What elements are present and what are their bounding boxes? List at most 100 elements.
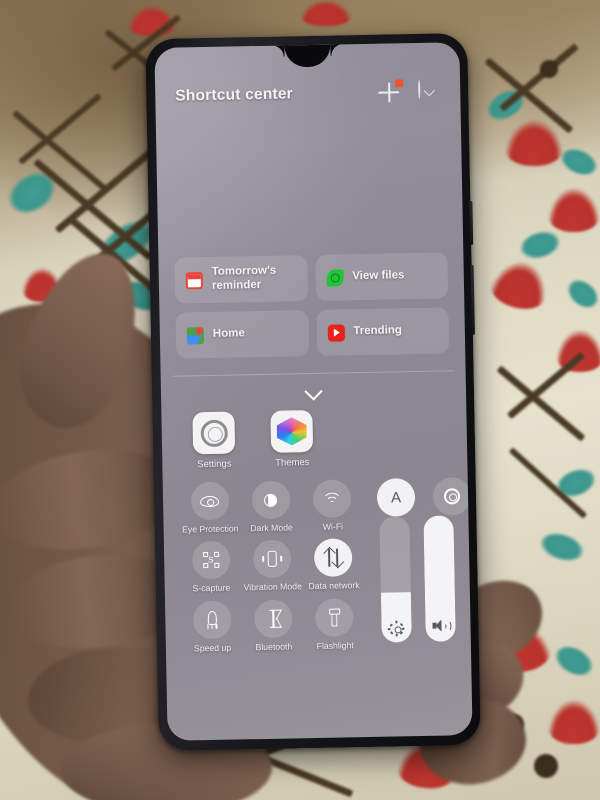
shortcut-card-view-files[interactable]: View files <box>314 252 449 301</box>
thumb <box>2 238 158 442</box>
chevron-down-icon[interactable] <box>306 383 321 398</box>
shortcut-card-home[interactable]: Home <box>175 310 309 359</box>
shortcut-card-label: Home <box>212 327 245 341</box>
fabric-stitch <box>54 145 158 234</box>
data-network-icon <box>314 538 353 578</box>
fabric-flower <box>548 700 600 744</box>
smartphone-device: Shortcut center Tomorrow's reminder View… <box>145 32 481 752</box>
shortcut-card-reminder[interactable]: Tomorrow's reminder <box>174 255 308 304</box>
toggle-wifi[interactable]: Wi-Fi <box>301 479 363 533</box>
fabric-flower <box>128 6 176 36</box>
toggle-eye-protection[interactable]: Eye Protection <box>179 481 241 535</box>
rocket-icon <box>192 600 232 640</box>
bluetooth-icon <box>253 599 293 639</box>
fabric-flower <box>395 739 459 791</box>
toggle-label: Data network <box>308 580 360 592</box>
fabric-dot <box>540 60 558 78</box>
brightness-sun-icon <box>381 620 411 637</box>
fabric-flower <box>505 120 563 166</box>
fabric-flower <box>486 620 554 676</box>
fabric-flower <box>22 268 62 302</box>
fabric-leaf <box>556 143 600 181</box>
quick-toggle-grid: Eye Protection Dark Mode Wi-Fi S S-captu… <box>179 479 366 654</box>
toggle-flashlight[interactable]: Flashlight <box>304 598 366 652</box>
auto-brightness-icon: A <box>390 488 402 507</box>
shortcut-card-label: Trending <box>353 324 403 338</box>
fabric-leaf <box>537 527 587 567</box>
volume-speaker-icon <box>425 619 455 633</box>
shortcut-card-trending[interactable]: Trending <box>315 307 450 356</box>
auto-brightness-toggle[interactable]: A <box>376 478 416 517</box>
fabric-stitch <box>248 749 354 798</box>
slider-area: A <box>369 476 472 650</box>
fabric-stitch <box>506 351 586 420</box>
app-label: Themes <box>275 457 310 469</box>
shortcut-card-label: View files <box>352 269 405 283</box>
phone-screen: Shortcut center Tomorrow's reminder View… <box>154 42 473 741</box>
gear-icon <box>443 488 461 505</box>
toggle-dark-mode[interactable]: Dark Mode <box>240 480 302 534</box>
page-title: Shortcut center <box>175 85 293 105</box>
shortcut-card-label: Tomorrow's reminder <box>211 265 277 292</box>
toggle-speed-up[interactable]: Speed up <box>181 600 243 654</box>
fabric-flower <box>96 336 140 372</box>
app-shortcut-themes[interactable]: Themes <box>265 410 318 469</box>
display-settings-toggle[interactable] <box>432 476 472 516</box>
volume-button[interactable] <box>470 264 475 335</box>
fabric-dot <box>486 676 508 698</box>
header-actions <box>378 79 440 104</box>
fabric-flower <box>487 255 553 315</box>
toggle-label: Speed up <box>193 642 232 654</box>
quick-settings-area: Eye Protection Dark Mode Wi-Fi S S-captu… <box>162 465 472 654</box>
fabric-leaf <box>482 83 530 127</box>
fabric-dot <box>504 714 524 734</box>
chevron-down-circle-icon[interactable] <box>418 79 440 103</box>
wifi-icon <box>313 479 352 519</box>
toggle-vibration-mode[interactable]: Vibration Mode <box>241 539 303 594</box>
fabric-stitch <box>33 158 153 261</box>
app-label: Settings <box>197 458 232 471</box>
fabric-stitch <box>18 93 102 165</box>
fabric-leaf <box>562 273 600 315</box>
brightness-slider[interactable] <box>379 516 412 643</box>
maps-icon <box>186 326 205 344</box>
eye-icon <box>190 481 230 521</box>
vibration-icon <box>252 539 292 579</box>
power-button[interactable] <box>469 200 474 245</box>
fabric-dot <box>534 754 558 778</box>
themes-gem-icon <box>270 410 314 453</box>
flashlight-icon <box>315 598 355 637</box>
fabric-stitch <box>499 43 579 112</box>
notification-badge <box>395 79 404 88</box>
fabric-leaf <box>488 579 538 623</box>
dark-mode-icon <box>251 480 291 520</box>
plus-icon[interactable] <box>378 79 404 103</box>
volume-slider[interactable] <box>423 515 456 642</box>
calendar-icon <box>185 271 203 289</box>
shortcut-card-grid: Tomorrow's reminder View files Home Tren… <box>158 252 465 359</box>
fabric-stitch <box>12 110 108 192</box>
gear-icon <box>192 411 236 455</box>
fabric-dot <box>466 752 484 770</box>
fabric-leaf <box>517 227 563 263</box>
fabric-leaf <box>552 463 600 503</box>
fabric-flower <box>548 188 600 232</box>
fabric-stitch <box>508 447 588 519</box>
app-shortcut-settings[interactable]: Settings <box>187 411 240 470</box>
toggle-label: Flashlight <box>316 640 354 651</box>
fabric-flower <box>300 0 352 26</box>
toggle-label: S-capture <box>192 583 231 594</box>
fabric-leaf <box>550 639 598 683</box>
toggle-s-capture[interactable]: S S-capture <box>180 541 242 595</box>
shortcut-center-panel: Shortcut center Tomorrow's reminder View… <box>154 42 472 741</box>
toggle-data-network[interactable]: Data network <box>302 538 364 592</box>
file-viewer-icon <box>326 268 344 287</box>
toggle-label: Bluetooth <box>255 641 293 653</box>
fabric-stitch <box>484 57 574 134</box>
toggle-label: Eye Protection <box>181 523 239 535</box>
toggle-label: Vibration Mode <box>243 581 302 593</box>
fabric-stitch <box>496 365 586 442</box>
brightness-control-row: A <box>376 476 472 517</box>
toggle-bluetooth[interactable]: Bluetooth <box>242 599 304 653</box>
app-shortcut-row: Settings Themes <box>161 395 467 471</box>
